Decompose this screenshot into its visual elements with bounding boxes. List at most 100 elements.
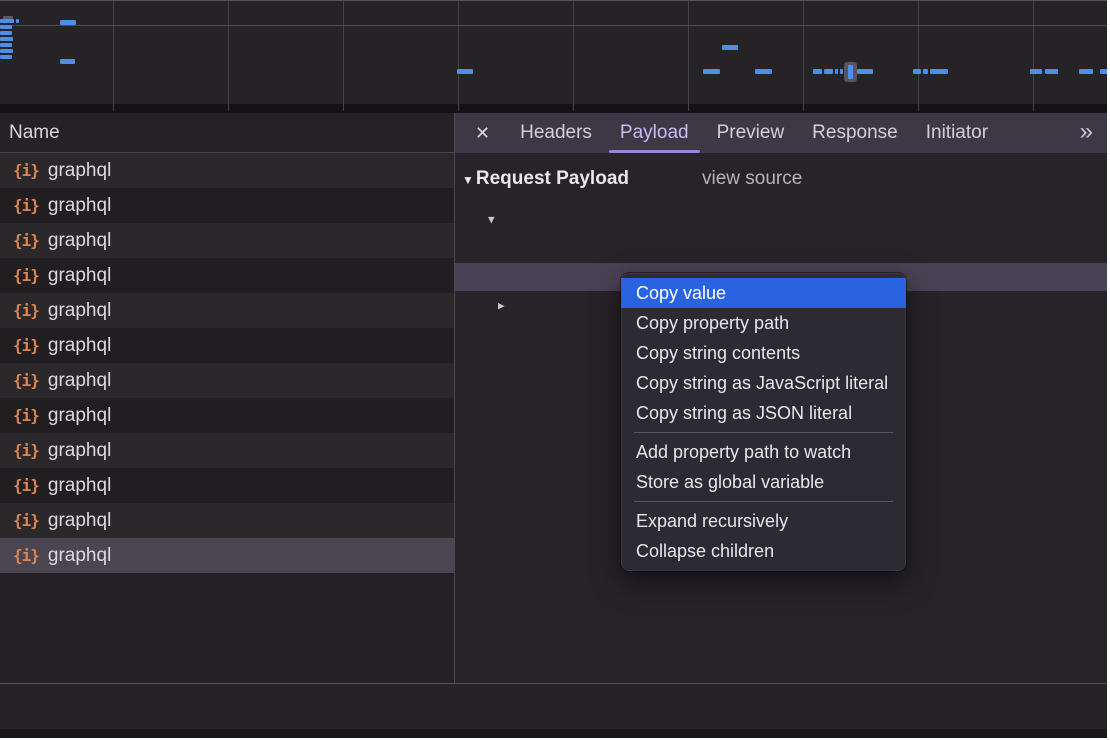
waterfall-bar <box>1079 69 1093 74</box>
request-name: graphql <box>48 510 111 532</box>
waterfall-bar <box>755 69 772 74</box>
request-name: graphql <box>48 230 111 252</box>
context-menu: Copy valueCopy property pathCopy string … <box>621 273 906 571</box>
menu-item-store-as-global-variable[interactable]: Store as global variable <box>621 467 906 497</box>
request-row[interactable]: {i} graphql <box>0 468 454 503</box>
waterfall-bar <box>824 69 833 74</box>
json-icon: {i} <box>13 511 39 530</box>
detail-tabbar: ✕ HeadersPayloadPreviewResponseInitiator… <box>455 113 1107 153</box>
overview-bottom-strip <box>0 104 1107 113</box>
waterfall-bar <box>16 19 19 23</box>
waterfall-bar <box>835 69 838 74</box>
tab-headers[interactable]: Headers <box>506 113 606 153</box>
json-icon: {i} <box>13 336 39 355</box>
request-row[interactable]: {i} graphql <box>0 328 454 363</box>
request-name: graphql <box>48 335 111 357</box>
request-name: graphql <box>48 370 111 392</box>
tab-response[interactable]: Response <box>798 113 912 153</box>
waterfall-bar <box>0 49 13 53</box>
waterfall-bar <box>923 69 928 74</box>
json-icon: {i} <box>13 546 39 565</box>
waterfall-bar <box>1100 69 1107 74</box>
bottom-edge-bar <box>0 729 1107 738</box>
requests-panel: Name {i} graphql {i} graphql {i} graphql {i} gr… <box>0 113 454 683</box>
request-row[interactable]: {i} graphql <box>0 363 454 398</box>
menu-item-expand-recursively[interactable]: Expand recursively <box>621 506 906 536</box>
request-row[interactable]: {i} graphql <box>0 398 454 433</box>
waterfall-bar <box>848 65 853 79</box>
tab-initiator[interactable]: Initiator <box>912 113 1002 153</box>
menu-item-copy-property-path[interactable]: Copy property path <box>621 308 906 338</box>
request-payload-section[interactable]: ▼Request Payload <box>462 166 629 192</box>
request-row[interactable]: {i} graphql <box>0 503 454 538</box>
waterfall-bar <box>60 20 76 25</box>
request-name: graphql <box>48 405 111 427</box>
request-name: graphql <box>48 160 111 182</box>
waterfall-bar <box>0 25 12 29</box>
request-name: graphql <box>48 440 111 462</box>
json-icon: {i} <box>13 371 39 390</box>
close-icon[interactable]: ✕ <box>475 123 490 144</box>
payload-row-operationName[interactable]: operationName: "ipFlowTimeseries" <box>455 233 1107 261</box>
menu-item-copy-value[interactable]: Copy value <box>621 278 906 308</box>
menu-divider <box>634 432 893 433</box>
request-name: graphql <box>48 265 111 287</box>
request-row[interactable]: {i} graphql <box>0 153 454 188</box>
payload-root-row[interactable]: ▼{operationName: "ipFlowTimeseries", var… <box>455 205 1107 233</box>
waterfall-bar <box>703 69 720 74</box>
request-row[interactable]: {i} graphql <box>0 223 454 258</box>
menu-item-copy-string-contents[interactable]: Copy string contents <box>621 338 906 368</box>
name-column-header[interactable]: Name <box>0 113 454 153</box>
waterfall-bar <box>857 69 873 74</box>
waterfall-bar <box>0 19 14 23</box>
menu-item-copy-string-as-json-literal[interactable]: Copy string as JSON literal <box>621 398 906 428</box>
more-tabs-icon[interactable]: » <box>1080 113 1093 150</box>
json-icon: {i} <box>13 441 39 460</box>
menu-item-collapse-children[interactable]: Collapse children <box>621 536 906 566</box>
timeline-gridline <box>1033 1 1034 111</box>
devtools-panel: Name {i} graphql {i} graphql {i} graphql {i} gr… <box>0 0 1107 737</box>
expand-triangle-icon[interactable]: ▶ <box>498 292 505 319</box>
menu-item-add-property-path-to-watch[interactable]: Add property path to watch <box>621 437 906 467</box>
waterfall-bar <box>722 45 738 50</box>
request-row[interactable]: {i} graphql <box>0 188 454 223</box>
json-icon: {i} <box>13 196 39 215</box>
network-overview-timeline[interactable] <box>0 1 1107 113</box>
waterfall-bar <box>1045 69 1058 74</box>
menu-item-copy-string-as-javascript-literal[interactable]: Copy string as JavaScript literal <box>621 368 906 398</box>
waterfall-bar <box>0 37 13 41</box>
waterfall-bar <box>930 69 948 74</box>
json-icon: {i} <box>13 406 39 425</box>
timeline-gridline <box>343 1 344 111</box>
waterfall-bar <box>457 69 473 74</box>
timeline-gridline <box>458 1 459 111</box>
status-bar <box>0 683 1107 729</box>
request-payload-title: Request Payload <box>476 168 629 189</box>
json-icon: {i} <box>13 231 39 250</box>
json-icon: {i} <box>13 476 39 495</box>
json-icon: {i} <box>13 301 39 320</box>
timeline-gridline <box>918 1 919 111</box>
waterfall-bar <box>0 55 12 59</box>
view-source-link[interactable]: view source <box>702 166 802 192</box>
request-row[interactable]: {i}graphql <box>0 258 454 293</box>
request-row[interactable]: {i} graphql <box>0 433 454 468</box>
tab-preview[interactable]: Preview <box>703 113 799 153</box>
tab-payload[interactable]: Payload <box>606 113 703 153</box>
expand-triangle-icon[interactable]: ▼ <box>488 206 495 233</box>
timeline-gridline <box>228 1 229 111</box>
timeline-gridline <box>113 1 114 111</box>
disclosure-triangle-icon[interactable]: ▼ <box>462 173 474 187</box>
request-row[interactable]: {i} graphql <box>0 538 454 573</box>
request-row[interactable]: {i}graphql <box>0 293 454 328</box>
json-icon: {i} <box>13 161 39 180</box>
waterfall-bar <box>1030 69 1042 74</box>
timeline-gridline <box>573 1 574 111</box>
request-name: graphql <box>48 545 111 567</box>
overview-gridline-horizontal <box>0 25 1107 26</box>
request-name: graphql <box>48 195 111 217</box>
devtools-window: Name {i} graphql {i} graphql {i} graphql {i} gr… <box>0 0 1110 740</box>
timeline-gridline <box>803 1 804 111</box>
menu-divider <box>634 501 893 502</box>
request-name: graphql <box>48 475 111 497</box>
